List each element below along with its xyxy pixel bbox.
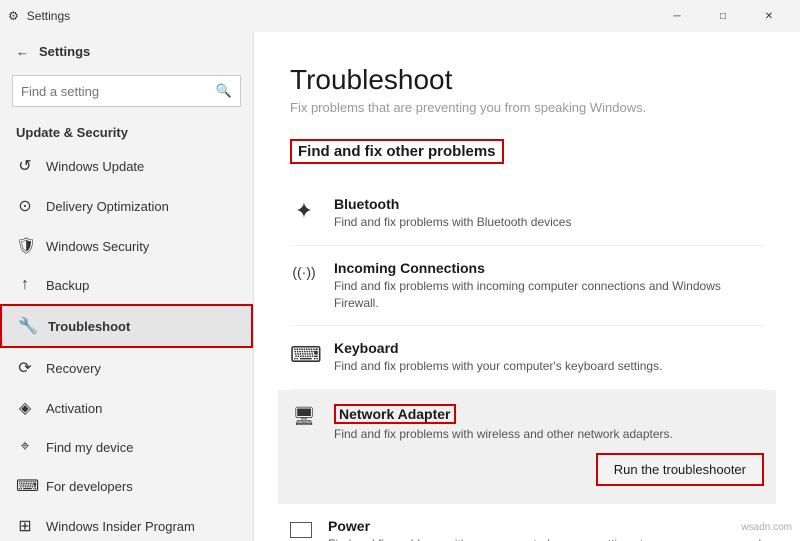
titlebar-left: ⚙ Settings	[8, 9, 70, 23]
sidebar-item-label: Recovery	[46, 361, 101, 376]
bluetooth-desc: Find and fix problems with Bluetooth dev…	[334, 214, 764, 231]
close-button[interactable]: ✕	[746, 0, 792, 32]
sidebar-item-label: Find my device	[46, 440, 133, 455]
incoming-connections-desc: Find and fix problems with incoming comp…	[334, 278, 764, 312]
power-title: Power	[328, 518, 764, 534]
keyboard-icon: ⌨	[290, 342, 318, 368]
troubleshoot-icon: 🔧	[18, 316, 36, 336]
incoming-connections-icon: ((·))	[290, 262, 318, 280]
troubleshoot-item-network-adapter: 🖥 Network Adapter Find and fix problems …	[278, 390, 776, 504]
titlebar-title: Settings	[27, 9, 70, 23]
activation-icon: ◈	[16, 398, 34, 418]
page-title: Troubleshoot	[290, 64, 764, 96]
windows-security-icon: 🛡	[16, 236, 34, 256]
section-heading: Find and fix other problems	[290, 139, 504, 164]
sidebar-item-recovery[interactable]: ⟳ Recovery	[0, 348, 253, 388]
sidebar-item-windows-security[interactable]: 🛡 Windows Security	[0, 226, 253, 266]
sidebar-item-windows-update[interactable]: ↺ Windows Update	[0, 146, 253, 186]
incoming-connections-text: Incoming Connections Find and fix proble…	[334, 260, 764, 312]
sidebar-item-find-my-device[interactable]: ⌖ Find my device	[0, 428, 253, 466]
bluetooth-text: Bluetooth Find and fix problems with Blu…	[334, 196, 764, 231]
sidebar-item-backup[interactable]: ↑ Backup	[0, 266, 253, 304]
sidebar: ← Settings 🔍 Update & Security ↺ Windows…	[0, 32, 254, 541]
search-icon: 🔍	[208, 83, 240, 99]
maximize-button[interactable]: □	[700, 0, 746, 32]
sidebar-search-box[interactable]: 🔍	[12, 75, 241, 107]
sidebar-item-windows-insider[interactable]: ⊞ Windows Insider Program	[0, 506, 253, 541]
sidebar-item-label: Backup	[46, 278, 89, 293]
main-content: Troubleshoot Fix problems that are preve…	[254, 32, 800, 541]
keyboard-title: Keyboard	[334, 340, 764, 356]
sidebar-back-label: Settings	[39, 44, 90, 59]
sidebar-item-label: Activation	[46, 401, 102, 416]
network-adapter-desc: Find and fix problems with wireless and …	[334, 426, 764, 443]
network-adapter-text: Network Adapter Find and fix problems wi…	[334, 404, 764, 490]
power-icon	[290, 522, 312, 538]
search-input[interactable]	[13, 84, 208, 99]
developers-icon: ⌨	[16, 476, 34, 496]
backup-icon: ↑	[16, 276, 34, 294]
sidebar-item-label: Windows Insider Program	[46, 519, 195, 534]
sidebar-item-label: Troubleshoot	[48, 319, 130, 334]
sidebar-item-label: Windows Update	[46, 159, 144, 174]
back-icon: ←	[16, 44, 29, 59]
troubleshoot-item-power: Power Find and fix problems with your co…	[290, 504, 764, 541]
sidebar-item-for-developers[interactable]: ⌨ For developers	[0, 466, 253, 506]
titlebar-controls: ─ □ ✕	[654, 0, 792, 32]
network-adapter-icon: 🖥	[290, 406, 318, 427]
sidebar-back-button[interactable]: ← Settings	[0, 32, 253, 71]
incoming-connections-title: Incoming Connections	[334, 260, 764, 276]
sidebar-item-troubleshoot[interactable]: 🔧 Troubleshoot	[0, 304, 253, 348]
app-container: ← Settings 🔍 Update & Security ↺ Windows…	[0, 32, 800, 541]
insider-icon: ⊞	[16, 516, 34, 536]
troubleshoot-item-bluetooth: ✦ Bluetooth Find and fix problems with B…	[290, 182, 764, 246]
keyboard-desc: Find and fix problems with your computer…	[334, 358, 764, 375]
windows-update-icon: ↺	[16, 156, 34, 176]
minimize-button[interactable]: ─	[654, 0, 700, 32]
find-device-icon: ⌖	[16, 438, 34, 456]
bluetooth-title: Bluetooth	[334, 196, 764, 212]
titlebar: ⚙ Settings ─ □ ✕	[0, 0, 800, 32]
sidebar-section-title: Update & Security	[0, 119, 253, 146]
sidebar-item-label: For developers	[46, 479, 133, 494]
power-text: Power Find and fix problems with your co…	[328, 518, 764, 541]
settings-icon: ⚙	[8, 9, 19, 23]
troubleshoot-item-keyboard: ⌨ Keyboard Find and fix problems with yo…	[290, 326, 764, 390]
keyboard-text: Keyboard Find and fix problems with your…	[334, 340, 764, 375]
recovery-icon: ⟳	[16, 358, 34, 378]
network-adapter-title: Network Adapter	[334, 404, 456, 424]
page-subtitle: Fix problems that are preventing you fro…	[290, 100, 764, 115]
sidebar-item-label: Delivery Optimization	[46, 199, 169, 214]
delivery-optimization-icon: ⊙	[16, 196, 34, 216]
run-troubleshooter-button[interactable]: Run the troubleshooter	[596, 453, 764, 486]
bluetooth-icon: ✦	[290, 198, 318, 224]
power-desc: Find and fix problems with your computer…	[328, 536, 764, 541]
sidebar-item-delivery-optimization[interactable]: ⊙ Delivery Optimization	[0, 186, 253, 226]
sidebar-item-label: Windows Security	[46, 239, 149, 254]
troubleshoot-item-incoming-connections: ((·)) Incoming Connections Find and fix …	[290, 246, 764, 327]
sidebar-item-activation[interactable]: ◈ Activation	[0, 388, 253, 428]
